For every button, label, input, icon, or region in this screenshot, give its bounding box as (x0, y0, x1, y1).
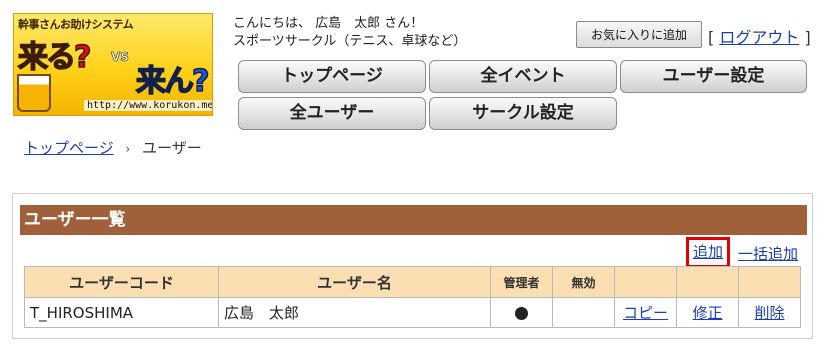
cell-copy: コピー (614, 297, 677, 328)
header-user-name: ユーザー名 (218, 266, 491, 298)
delete-link[interactable]: 削除 (754, 304, 784, 322)
header-admin: 管理者 (490, 266, 553, 298)
bulk-add-area: 一括追加 (738, 243, 798, 264)
breadcrumb-current: ユーザー (142, 139, 202, 157)
logout-link[interactable]: ログアウト (719, 28, 799, 47)
panel-title: ユーザー一覧 (20, 205, 807, 235)
logo-url: http://www.korukon.me (84, 100, 212, 111)
edit-link[interactable]: 修正 (692, 304, 722, 322)
bulk-add-link[interactable]: 一括追加 (738, 245, 798, 263)
logout-area: [ ログアウト ] (708, 24, 811, 48)
add-user-highlight: 追加 (686, 237, 730, 268)
user-list-panel: ユーザー一覧 追加 一括追加 ユーザーコード ユーザー名 管理者 無効 T_HI… (12, 193, 813, 339)
breadcrumb-chevron-icon: › (125, 142, 131, 156)
bracket-close: ] (804, 28, 811, 47)
breadcrumb: トップページ › ユーザー (24, 137, 202, 158)
logo-tagline: 幹事さんお助けシステム (18, 18, 134, 31)
bracket-open: [ (708, 28, 715, 47)
cell-user-code: T_HIROSHIMA (24, 297, 219, 328)
nav-all-users[interactable]: 全ユーザー (238, 97, 426, 130)
greeting: こんにちは、 広島 太郎 さん！ スポーツサークル（テニス、卓球など） (233, 15, 466, 51)
nav-circle-settings[interactable]: サークル設定 (429, 97, 617, 130)
header-delete-col (738, 266, 801, 298)
user-table: ユーザーコード ユーザー名 管理者 無効 T_HIROSHIMA 広島 太郎 コ… (24, 266, 801, 328)
logo-word-come: 来る? (17, 39, 92, 76)
add-favorite-button[interactable]: お気に入りに追加 (576, 21, 702, 48)
header-copy-col (614, 266, 677, 298)
greeting-circle: スポーツサークル（テニス、卓球など） (233, 34, 467, 49)
cell-user-name: 広島 太郎 (218, 297, 491, 328)
admin-dot-icon (515, 306, 528, 320)
nav-top-page[interactable]: トップページ (238, 60, 426, 93)
cell-delete: 削除 (738, 297, 801, 328)
site-logo[interactable]: 幹事さんお助けシステム 来る? VS 来ん? http://www.koruko… (13, 13, 213, 116)
beer-mug-icon (17, 74, 51, 112)
nav-all-events[interactable]: 全イベント (429, 60, 617, 93)
cell-edit: 修正 (676, 297, 739, 328)
breadcrumb-home-link[interactable]: トップページ (24, 139, 114, 157)
header-user-code: ユーザーコード (24, 266, 219, 298)
nav-user-settings[interactable]: ユーザー設定 (620, 60, 807, 93)
logo-word-notcome: 来ん? (135, 63, 210, 100)
cell-admin (490, 297, 553, 328)
cell-disabled (552, 297, 615, 328)
add-user-link[interactable]: 追加 (693, 243, 723, 261)
copy-link[interactable]: コピー (623, 304, 668, 322)
header-disabled: 無効 (552, 266, 615, 298)
header-edit-col (676, 266, 739, 298)
logo-vs: VS (111, 50, 130, 65)
table-row: T_HIROSHIMA 広島 太郎 コピー 修正 削除 (24, 297, 801, 328)
greeting-user: こんにちは、 広島 太郎 さん！ (233, 16, 424, 31)
table-header-row: ユーザーコード ユーザー名 管理者 無効 (24, 266, 801, 298)
